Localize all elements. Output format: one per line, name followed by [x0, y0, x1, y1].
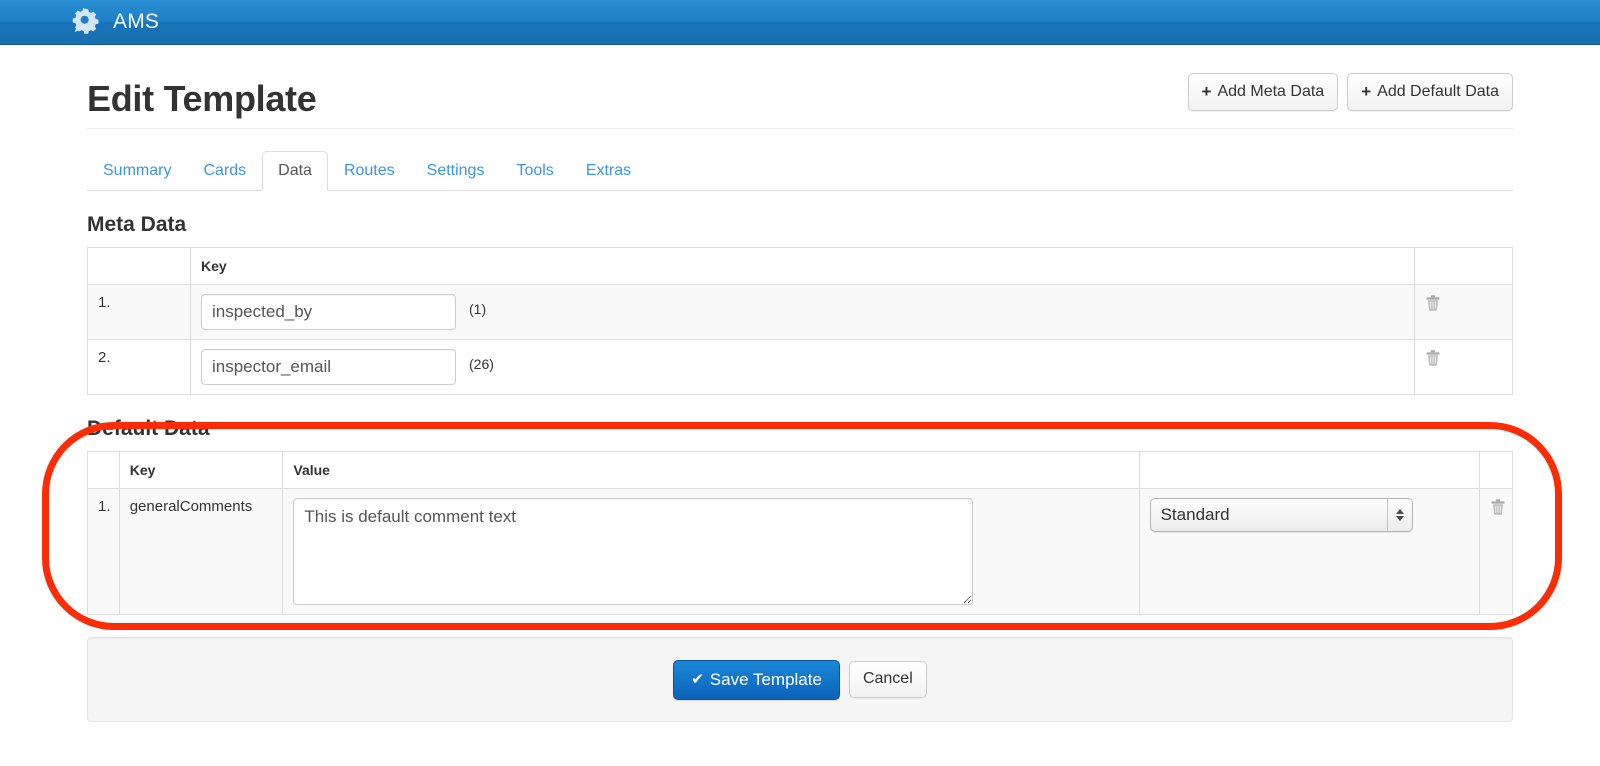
- tab-extras[interactable]: Extras: [570, 151, 647, 191]
- meta-row-action-cell: [1414, 284, 1513, 341]
- default-row-index: 1.: [87, 488, 120, 616]
- page-header: Edit Template + Add Meta Data + Add Defa…: [87, 45, 1513, 129]
- gear-icon: [72, 8, 99, 34]
- table-row: 2. (26): [87, 339, 1513, 396]
- default-value-textarea[interactable]: This is default comment text: [293, 498, 974, 606]
- table-row: 1. (1): [87, 284, 1513, 341]
- trash-icon-glyph: [1426, 350, 1440, 366]
- meta-col-action: [1414, 247, 1513, 286]
- default-data-table: Key Value 1. generalComments This is def…: [87, 451, 1513, 616]
- meta-key-input-1[interactable]: [201, 294, 456, 331]
- meta-row-action-cell: [1414, 339, 1513, 396]
- default-row-action-cell: [1479, 488, 1513, 616]
- default-col-value: Value: [282, 451, 1140, 490]
- default-row-value-cell: This is default comment text: [282, 488, 1140, 616]
- meta-data-section-title: Meta Data: [87, 213, 187, 236]
- tab-bar: Summary Cards Data Routes Settings Tools…: [87, 150, 1513, 191]
- plus-icon: +: [1361, 82, 1372, 101]
- default-row-key: generalComments: [118, 488, 284, 616]
- default-type-select[interactable]: Standard: [1149, 498, 1413, 533]
- default-col-type: [1138, 451, 1481, 490]
- tab-data[interactable]: Data: [262, 150, 328, 191]
- page-container: Edit Template + Add Meta Data + Add Defa…: [0, 45, 1600, 723]
- brand-label: AMS: [113, 10, 160, 33]
- meta-row-key-cell: (26): [190, 339, 1415, 396]
- trash-icon[interactable]: [1490, 498, 1506, 516]
- default-col-action: [1479, 451, 1513, 490]
- add-default-data-button[interactable]: + Add Default Data: [1347, 73, 1513, 111]
- page-title: Edit Template: [87, 78, 317, 120]
- tab-routes[interactable]: Routes: [328, 151, 411, 191]
- save-template-button[interactable]: ✔ Save Template: [673, 659, 840, 700]
- meta-row-key-cell: (1): [190, 284, 1415, 341]
- plus-icon: +: [1201, 82, 1212, 101]
- meta-data-header-row: Key: [87, 247, 1513, 286]
- tab-summary[interactable]: Summary: [87, 151, 187, 191]
- cancel-button[interactable]: Cancel: [848, 661, 927, 699]
- header-actions: + Add Meta Data + Add Default Data: [1187, 73, 1513, 119]
- default-row-type-cell: Standard: [1138, 488, 1481, 616]
- tab-tools[interactable]: Tools: [500, 151, 569, 191]
- save-template-label: Save Template: [709, 669, 822, 689]
- meta-key-length-note-1: (1): [469, 301, 487, 318]
- meta-col-index: [87, 247, 191, 286]
- top-navbar: AMS: [0, 0, 1600, 45]
- add-meta-data-button[interactable]: + Add Meta Data: [1187, 73, 1339, 111]
- meta-col-key: Key: [190, 247, 1415, 286]
- default-col-key: Key: [118, 451, 284, 490]
- default-data-header-row: Key Value: [87, 451, 1513, 490]
- meta-key-input-2[interactable]: [201, 349, 456, 386]
- meta-data-table: Key 1. (1): [87, 247, 1513, 396]
- check-icon: ✔: [691, 670, 704, 688]
- trash-icon-glyph: [1491, 499, 1505, 516]
- default-col-index: [87, 451, 120, 490]
- meta-key-length-note-2: (26): [469, 356, 494, 373]
- add-meta-data-label: Add Meta Data: [1217, 82, 1325, 100]
- meta-row-index: 1.: [87, 284, 191, 341]
- tab-settings[interactable]: Settings: [411, 151, 501, 191]
- meta-row-index: 2.: [87, 339, 191, 396]
- default-data-section-title: Default Data: [87, 417, 210, 441]
- form-footer: ✔ Save Template Cancel: [87, 637, 1513, 723]
- trash-icon[interactable]: [1425, 349, 1441, 367]
- trash-icon-glyph: [1426, 295, 1440, 311]
- table-row: 1. generalComments This is default comme…: [87, 488, 1513, 616]
- add-default-data-label: Add Default Data: [1377, 82, 1499, 100]
- tab-cards[interactable]: Cards: [187, 151, 262, 191]
- trash-icon[interactable]: [1425, 294, 1441, 312]
